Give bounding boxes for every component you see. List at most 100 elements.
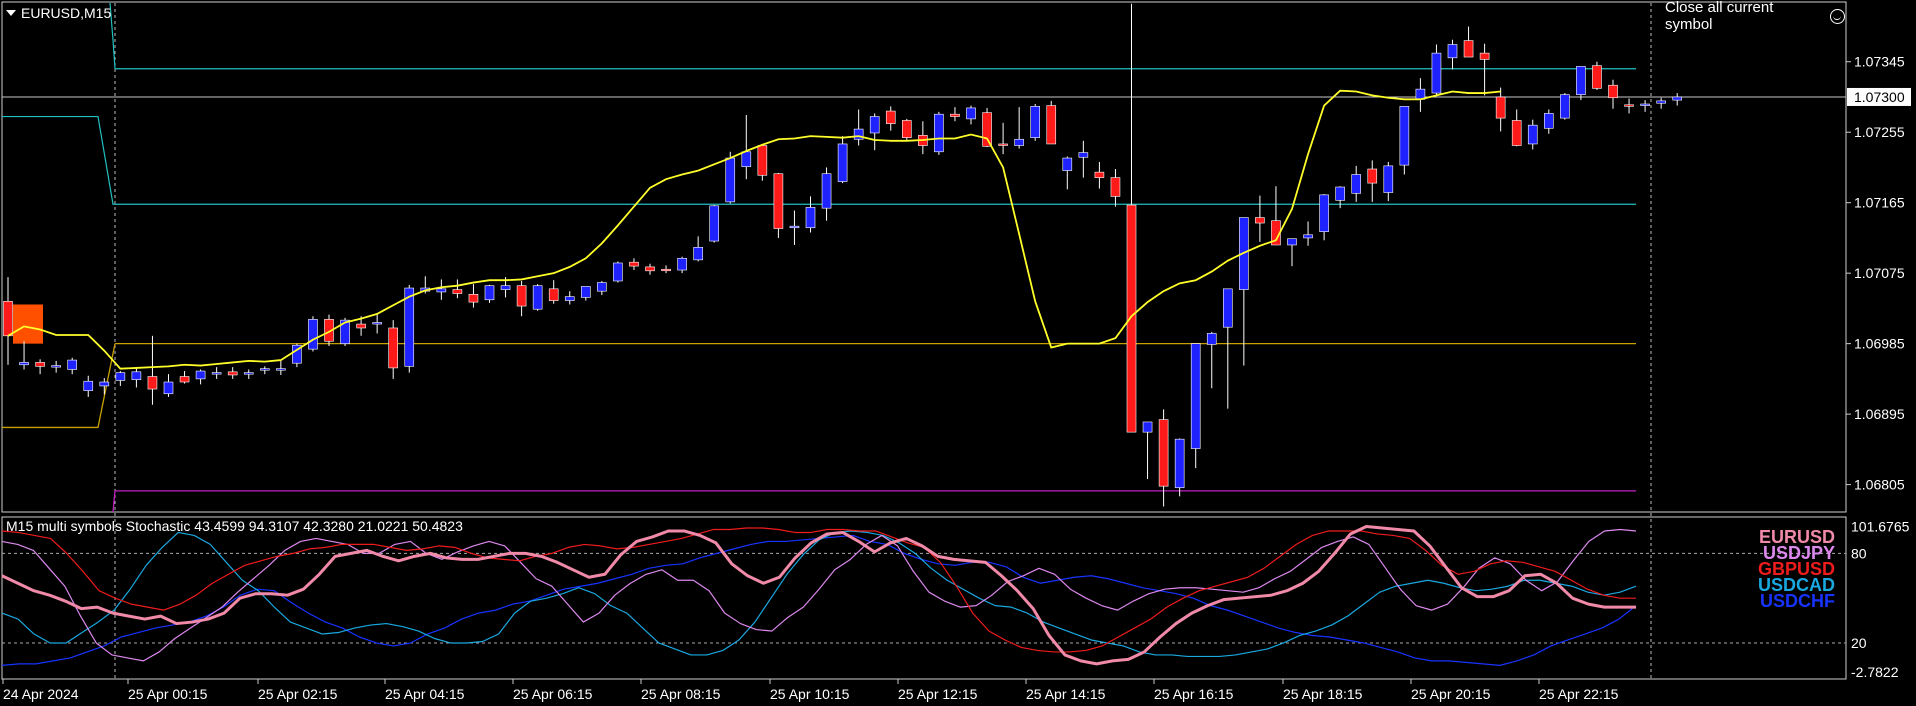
bull-candle: [1319, 194, 1329, 232]
stoch-axis-max: 101.6765: [1851, 518, 1910, 534]
price-tick-label: 1.07075: [1854, 265, 1905, 281]
bull-candle: [837, 143, 848, 182]
bear-candle: [1094, 171, 1105, 178]
bull-candle: [1351, 174, 1361, 194]
bull-candle: [1078, 152, 1089, 158]
time-tick-label: 25 Apr 22:15: [1539, 686, 1619, 702]
bull-candle: [83, 380, 94, 391]
bull-candle: [789, 225, 800, 229]
bull-candle: [308, 319, 318, 350]
bear-candle: [1110, 177, 1121, 197]
bull-candle: [500, 285, 511, 290]
smiley-icon: [1830, 8, 1845, 24]
main-pane-frame: [1, 1, 1847, 513]
price-tick-label: 1.06895: [1854, 406, 1905, 422]
symbol-timeframe-label: EURUSD,M15: [21, 5, 112, 21]
bear-candle: [1479, 52, 1490, 60]
bear-candle: [1495, 96, 1506, 119]
bull-candle: [966, 107, 976, 120]
bear-candle: [1126, 204, 1137, 433]
bull-candle: [1544, 113, 1554, 129]
bear-candle: [1158, 419, 1169, 487]
bull-candle: [1656, 100, 1666, 104]
bull-candle: [580, 286, 591, 298]
bull-candle: [404, 287, 415, 367]
price-tick-label: 1.07255: [1854, 124, 1905, 140]
bear-candle: [773, 173, 784, 229]
bull-candle: [67, 359, 77, 370]
bull-candle: [1190, 343, 1201, 449]
time-tick-label: 25 Apr 18:15: [1283, 686, 1363, 702]
bear-candle: [645, 266, 655, 272]
price-tick-label: 1.06805: [1854, 477, 1905, 493]
bear-candle: [356, 323, 366, 329]
bull-candle: [243, 372, 254, 375]
bull-candle: [211, 372, 222, 375]
price-tick-label: 1.06985: [1854, 336, 1905, 352]
price-tick-label: 1.07165: [1854, 195, 1905, 211]
candles-layer: [3, 3, 1682, 507]
bull-candle: [934, 113, 944, 153]
bull-candle: [1640, 103, 1650, 106]
bull-candle: [1142, 421, 1153, 433]
bull-candle: [725, 157, 736, 203]
bear-candle: [885, 110, 896, 124]
bull-candle: [1030, 106, 1040, 138]
bear-candle: [452, 289, 463, 294]
bull-candle: [1335, 186, 1345, 201]
cyan-level-prev: [2, 115, 115, 205]
bear-candle: [1255, 217, 1265, 224]
bull-candle: [741, 151, 752, 167]
bear-candle: [1463, 40, 1474, 58]
bull-candle: [1223, 288, 1233, 328]
time-tick-label: 24 Apr 2024: [3, 686, 79, 702]
bull-candle: [564, 296, 575, 301]
close-all-label: Close all current symbol: [1665, 0, 1774, 33]
bear-candle: [35, 362, 45, 367]
bear-candle: [1624, 104, 1634, 107]
chart-title[interactable]: EURUSD,M15: [6, 5, 111, 21]
close-all-current-symbol-button[interactable]: Close all current symbol: [1665, 0, 1845, 33]
bull-candle: [1431, 52, 1442, 94]
chart-menu-icon[interactable]: [6, 10, 16, 16]
bull-candle: [436, 288, 447, 293]
bear-candle: [982, 112, 992, 147]
time-tick-label: 25 Apr 00:15: [128, 686, 208, 702]
time-tick-label: 25 Apr 02:15: [258, 686, 338, 702]
bull-candle: [1527, 124, 1538, 145]
bull-candle: [677, 257, 687, 271]
bull-candle: [484, 285, 495, 301]
bull-candle: [115, 372, 126, 381]
chart-canvas[interactable]: EURUSDUSDJPYGBPUSDUSDCADUSDCHF 1.073451.…: [0, 0, 1916, 706]
price-tick-label: 1.07345: [1854, 54, 1905, 70]
time-tick-label: 25 Apr 14:15: [1026, 686, 1106, 702]
bull-candle: [693, 247, 703, 261]
bull-candle: [163, 381, 174, 395]
indicator-title: M15 multi symbols Stochastic 43.4599 94.…: [6, 518, 463, 534]
time-tick-label: 25 Apr 06:15: [513, 686, 593, 702]
axes-layer: 1.07345 1.07255 1.07165 1.07075 1.06985 1.068…: [2, 54, 1911, 702]
bear-candle: [1511, 120, 1522, 146]
time-tick-label: 25 Apr 12:15: [898, 686, 978, 702]
bull-candle: [1399, 106, 1410, 166]
bull-candle: [613, 262, 623, 282]
bull-candle: [532, 285, 543, 310]
stochastic-layer: EURUSDUSDJPYGBPUSDUSDCADUSDCHF: [1, 524, 1846, 666]
bear-candle: [548, 288, 559, 301]
bear-candle: [1367, 168, 1378, 184]
bull-candle: [131, 371, 142, 380]
bull-candle: [709, 205, 720, 242]
bear-candle: [516, 285, 527, 307]
bull-candle: [1383, 165, 1394, 193]
horizontal-levels: [2, 2, 1846, 513]
bear-candle: [629, 261, 639, 267]
current-price-label: 1.07300: [1854, 89, 1905, 105]
stoch-line-usdcad: [1, 530, 1637, 658]
bear-candle: [757, 145, 768, 176]
bull-candle: [19, 362, 29, 366]
bull-candle: [1062, 157, 1073, 171]
bear-candle: [998, 143, 1008, 146]
bear-candle: [227, 371, 238, 376]
bull-candle: [597, 282, 607, 292]
bear-candle: [661, 268, 671, 272]
